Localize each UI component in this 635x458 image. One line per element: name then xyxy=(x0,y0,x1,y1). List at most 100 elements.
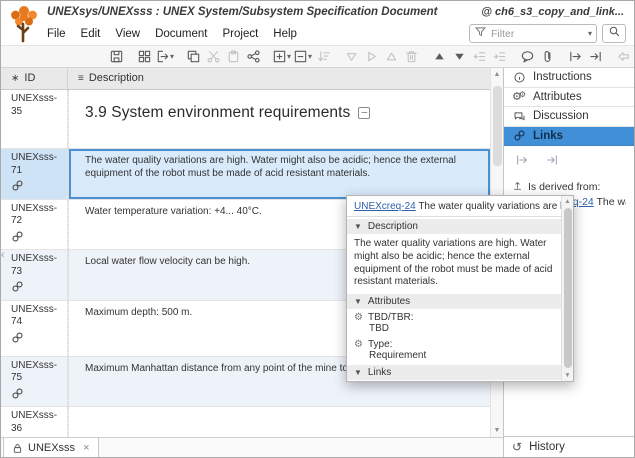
tab-label: UNEXsss xyxy=(28,442,75,454)
history-icon: ↺ xyxy=(512,440,522,454)
remove-row-button[interactable]: ▾ xyxy=(292,47,313,67)
link-to-button[interactable] xyxy=(585,47,605,67)
panel-tab-discussion[interactable]: Discussion xyxy=(504,107,634,127)
menu-help[interactable]: Help xyxy=(273,28,297,40)
menu-document[interactable]: Document xyxy=(155,28,207,40)
menu-edit[interactable]: Edit xyxy=(81,28,101,40)
triangle-down-button[interactable] xyxy=(341,47,361,67)
sort-button[interactable] xyxy=(313,47,333,67)
document-tab-unexsss[interactable]: UNEXsss × xyxy=(3,438,99,458)
left-panel-collapse-handle[interactable]: ‹ xyxy=(1,249,5,261)
save-button[interactable] xyxy=(106,47,126,67)
chain-link-icon xyxy=(512,129,526,142)
bottom-tab-bar: UNEXsss × xyxy=(1,437,503,458)
link-to-icon xyxy=(588,49,603,64)
link-from-button[interactable] xyxy=(512,150,532,170)
comment-button[interactable] xyxy=(517,47,537,67)
insert-row-button[interactable]: ▾ xyxy=(271,47,292,67)
filter-box[interactable]: ▾ xyxy=(469,24,597,43)
popup-vertical-scrollbar[interactable]: ▲ ▼ xyxy=(561,196,573,381)
move-down-icon xyxy=(452,49,467,64)
column-header-description[interactable]: ≡Description xyxy=(68,68,490,89)
session-label: @ ch6_s3_copy_and_link... xyxy=(481,6,624,18)
main-toolbar: ▾▾▾ xyxy=(1,45,634,68)
nav-back-icon xyxy=(616,49,631,64)
nav-back-button[interactable] xyxy=(613,47,633,67)
search-button[interactable] xyxy=(602,24,626,43)
table-header: ∗ID ≡Description xyxy=(1,68,490,90)
popup-section-attributes[interactable]: ▼ Attributes xyxy=(347,294,561,309)
insert-row-icon xyxy=(272,49,287,64)
row-description[interactable] xyxy=(68,407,490,437)
trash-icon xyxy=(404,49,419,64)
link-from-button[interactable] xyxy=(565,47,585,67)
panel-tab-instructions[interactable]: Instructions xyxy=(504,68,634,88)
dropdown-caret-icon: ▾ xyxy=(170,52,174,61)
column-header-id[interactable]: ∗ID xyxy=(1,68,68,89)
scroll-up-arrow-icon[interactable]: ▲ xyxy=(491,71,503,78)
trash-button[interactable] xyxy=(401,47,421,67)
table-row[interactable]: UNEXsss-353.9 System environment require… xyxy=(1,90,490,149)
row-id[interactable]: UNEXsss-35 xyxy=(1,90,68,148)
move-up-icon xyxy=(432,49,447,64)
outdent-button[interactable] xyxy=(469,47,489,67)
filter-input[interactable] xyxy=(491,28,588,40)
move-down-button[interactable] xyxy=(449,47,469,67)
document-title: UNEXsys/UNEXsss : UNEX System/Subsystem … xyxy=(47,6,438,18)
link-from-icon xyxy=(568,49,583,64)
share-button[interactable] xyxy=(243,47,263,67)
scrollbar-thumb[interactable] xyxy=(564,208,572,368)
row-id[interactable]: UNEXsss-72 xyxy=(1,200,68,250)
indent-button[interactable] xyxy=(489,47,509,67)
menu-file[interactable]: File xyxy=(47,28,66,40)
section-heading[interactable]: 3.9 System environment requirements– xyxy=(68,90,490,148)
copy-button[interactable] xyxy=(183,47,203,67)
export-button[interactable]: ▾ xyxy=(154,47,175,67)
chevron-down-icon: ▼ xyxy=(354,297,362,306)
scroll-up-arrow-icon[interactable]: ▲ xyxy=(562,198,573,205)
triangle-up-icon xyxy=(384,49,399,64)
row-id[interactable]: UNEXsss-74 xyxy=(1,301,68,356)
is-derived-from-label: Is derived from: xyxy=(528,181,600,193)
collapse-toggle-icon[interactable]: – xyxy=(358,107,370,119)
row-id[interactable]: UNEXsss-71 xyxy=(1,149,68,199)
row-description[interactable]: The water quality variations are high. W… xyxy=(68,149,490,199)
panel-tab-history[interactable]: ↺ History xyxy=(504,436,634,456)
scrollbar-thumb[interactable] xyxy=(493,86,502,166)
triangle-up-button[interactable] xyxy=(381,47,401,67)
row-id[interactable]: UNEXsss-73 xyxy=(1,250,68,300)
requirement-preview-popup: UNEXcreq-24 The water quality variations… xyxy=(346,195,574,382)
tab-close-icon[interactable]: × xyxy=(83,442,89,454)
title-bar: UNEXsys/UNEXsss : UNEX System/Subsystem … xyxy=(1,1,634,23)
row-id[interactable]: UNEXsss-75 xyxy=(1,357,68,407)
cut-button[interactable] xyxy=(203,47,223,67)
view-grid-button[interactable] xyxy=(134,47,154,67)
row-id[interactable]: UNEXsss-36 xyxy=(1,407,68,437)
filter-dropdown-caret-icon[interactable]: ▾ xyxy=(588,29,592,38)
popup-section-links[interactable]: ▼ Links xyxy=(347,365,561,380)
popup-section-description[interactable]: ▼ Description xyxy=(347,219,561,234)
chevron-down-icon: ▼ xyxy=(354,368,362,377)
table-row[interactable]: UNEXsss-36 xyxy=(1,407,490,437)
popup-header-link[interactable]: UNEXcreq-24 xyxy=(354,201,416,212)
panel-tab-links[interactable]: Links xyxy=(504,127,634,147)
move-up-button[interactable] xyxy=(429,47,449,67)
triangle-right-button[interactable] xyxy=(361,47,381,67)
link-to-button[interactable] xyxy=(542,150,562,170)
menu-project[interactable]: Project xyxy=(223,28,259,40)
chain-link-icon xyxy=(11,331,65,349)
menu-view[interactable]: View xyxy=(115,28,140,40)
copy-icon xyxy=(186,49,201,64)
asterisk-icon: ∗ xyxy=(11,73,19,84)
app-logo-tree-icon xyxy=(8,4,40,44)
scroll-down-arrow-icon[interactable]: ▼ xyxy=(491,427,503,434)
gears-icon: ⚙⚙ xyxy=(512,90,526,103)
paste-button[interactable] xyxy=(223,47,243,67)
attachment-button[interactable] xyxy=(537,47,557,67)
export-icon xyxy=(155,49,170,64)
chain-link-icon xyxy=(11,179,65,197)
table-row[interactable]: UNEXsss-71The water quality variations a… xyxy=(1,149,490,200)
gear-icon: ⚙ xyxy=(354,339,363,350)
panel-tab-attributes[interactable]: ⚙⚙ Attributes xyxy=(504,88,634,108)
scroll-down-arrow-icon[interactable]: ▼ xyxy=(562,372,573,379)
